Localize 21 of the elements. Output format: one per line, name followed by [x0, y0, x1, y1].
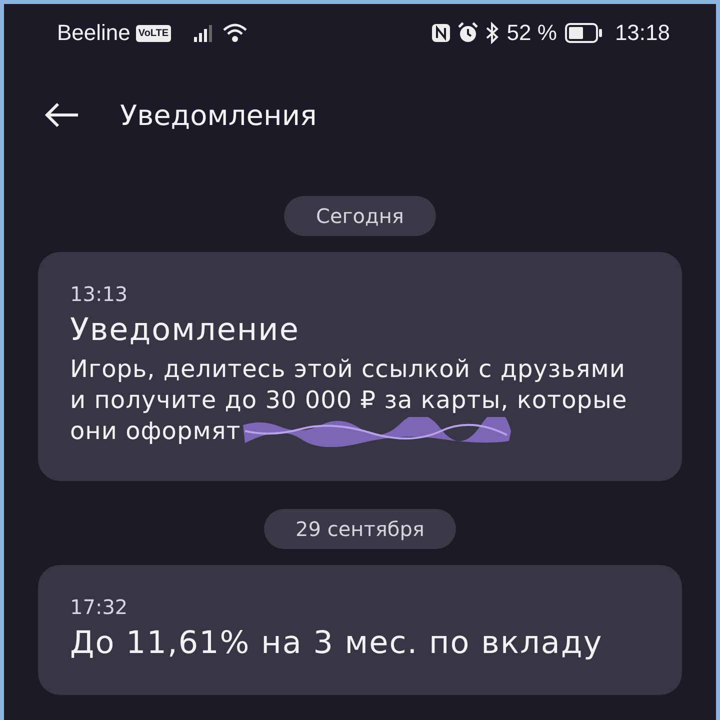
- status-time: 13:18: [614, 20, 670, 46]
- back-arrow-icon[interactable]: [44, 102, 80, 128]
- notification-card[interactable]: 17:32 До 11,61% на 3 мес. по вкладу: [38, 565, 682, 696]
- notification-title: Уведомление: [70, 312, 300, 348]
- notification-card[interactable]: 13:13 Уведомление Игорь, делитесь этой ссылкой с друзьями и получите до 30 000 ₽ за карты, которые они оформят: [38, 252, 682, 482]
- bluetooth-icon: [484, 22, 499, 44]
- battery-icon: [564, 23, 603, 43]
- date-chip: 29 сентября: [264, 509, 456, 550]
- page-title: Уведомления: [120, 98, 317, 132]
- volte-badge: VoLTE: [136, 24, 171, 42]
- nfc-icon: [430, 23, 451, 43]
- signal-icon: [192, 24, 215, 42]
- battery-percent: 52 %: [506, 20, 557, 46]
- date-chip: Сегодня: [284, 196, 436, 236]
- notification-time: 13:13: [70, 282, 129, 306]
- notification-title: До 11,61% на 3 мес. по вкладу: [70, 625, 604, 662]
- wifi-icon: [222, 23, 249, 43]
- notification-time: 17:32: [70, 595, 129, 620]
- carrier-name: Beeline: [57, 20, 130, 46]
- notification-text: Игорь, делитесь этой ссылкой с друзьями и получите до 30 000 ₽ за карты, которые они оформят: [70, 354, 642, 448]
- alarm-icon: [456, 22, 479, 44]
